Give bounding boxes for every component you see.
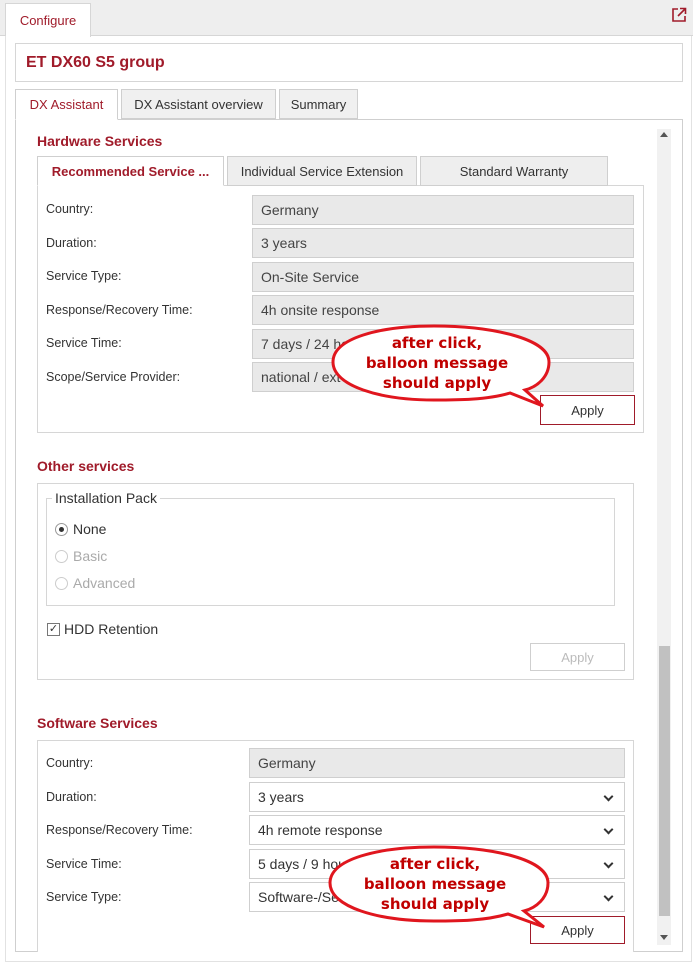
hardware-services-title: Hardware Services — [37, 133, 163, 149]
sw-service-type-label: Service Type: — [46, 890, 122, 904]
radio-advanced[interactable] — [55, 577, 68, 590]
hdd-retention-checkbox[interactable]: ✓ — [47, 623, 60, 636]
sw-service-time-label: Service Time: — [46, 857, 122, 871]
hw-service-time-label: Service Time: — [46, 336, 122, 350]
chevron-down-icon — [603, 791, 614, 802]
external-link-icon[interactable] — [671, 7, 687, 23]
installation-pack-legend: Installation Pack — [52, 490, 160, 506]
hw-response-time-field: 4h onsite response — [252, 295, 634, 325]
radio-basic[interactable] — [55, 550, 68, 563]
tab-dx-assistant-overview[interactable]: DX Assistant overview — [121, 89, 276, 119]
balloon-callout-software: after click, balloon message should appl… — [328, 845, 550, 929]
tab-dx-assistant[interactable]: DX Assistant — [15, 89, 118, 120]
radio-none[interactable] — [55, 523, 68, 536]
balloon-2-line1: after click, — [390, 855, 480, 873]
balloon-1-line1: after click, — [392, 334, 482, 352]
hw-duration-field: 3 years — [252, 228, 634, 258]
balloon-2-line3: should apply — [381, 895, 489, 913]
top-tab-bar — [0, 0, 693, 36]
radio-basic-label[interactable]: Basic — [73, 548, 107, 564]
tab-configure[interactable]: Configure — [5, 3, 91, 37]
chevron-down-icon — [603, 891, 614, 902]
hw-country-field: Germany — [252, 195, 634, 225]
sw-duration-label: Duration: — [46, 790, 97, 804]
other-services-title: Other services — [37, 458, 135, 474]
balloon-1-line2: balloon message — [366, 354, 508, 372]
tab-recommended-service[interactable]: Recommended Service ... — [37, 156, 224, 186]
balloon-1-line3: should apply — [383, 374, 491, 392]
scroll-down-icon[interactable] — [660, 935, 668, 940]
tab-individual-service-extension[interactable]: Individual Service Extension — [227, 156, 417, 186]
tab-summary[interactable]: Summary — [279, 89, 358, 119]
sw-response-time-label: Response/Recovery Time: — [46, 823, 193, 837]
hw-scope-label: Scope/Service Provider: — [46, 370, 181, 384]
hw-duration-label: Duration: — [46, 236, 97, 250]
hw-service-type-field: On-Site Service — [252, 262, 634, 292]
balloon-2-line2: balloon message — [364, 875, 506, 893]
radio-none-label[interactable]: None — [73, 521, 106, 537]
hdd-retention-label[interactable]: HDD Retention — [64, 621, 158, 637]
software-services-title: Software Services — [37, 715, 158, 731]
sw-duration-value: 3 years — [258, 789, 304, 805]
scrollbar-thumb[interactable] — [659, 646, 670, 916]
page-title: ET DX60 S5 group — [15, 43, 683, 82]
balloon-callout-hardware: after click, balloon message should appl… — [331, 324, 551, 408]
sw-response-time-value: 4h remote response — [258, 822, 383, 838]
radio-advanced-label[interactable]: Advanced — [73, 575, 135, 591]
hw-response-time-label: Response/Recovery Time: — [46, 303, 193, 317]
hw-country-label: Country: — [46, 202, 94, 216]
sw-response-time-select[interactable]: 4h remote response — [249, 815, 625, 845]
hw-service-type-label: Service Type: — [46, 269, 122, 283]
sw-duration-select[interactable]: 3 years — [249, 782, 625, 812]
tab-standard-warranty[interactable]: Standard Warranty — [420, 156, 608, 186]
sw-country-label: Country: — [46, 756, 94, 770]
chevron-down-icon — [603, 858, 614, 869]
sw-country-field: Germany — [249, 748, 625, 778]
scroll-up-icon[interactable] — [660, 132, 668, 137]
other-apply-button[interactable]: Apply — [530, 643, 625, 671]
chevron-down-icon — [603, 824, 614, 835]
